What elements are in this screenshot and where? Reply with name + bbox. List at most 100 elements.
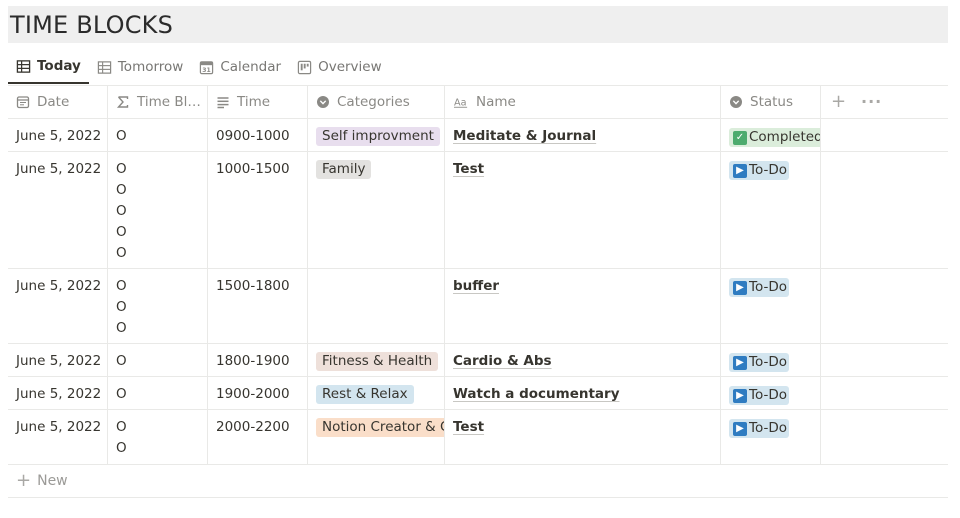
formula-sigma-icon [116,95,130,109]
column-header-date[interactable]: Date [8,85,108,118]
play-box-icon: ▶ [733,280,747,295]
time-blocks-cell: O O [108,410,208,464]
tab-today[interactable]: Today [8,50,89,84]
play-box-icon: ▶ [733,355,747,370]
table-icon [97,60,112,75]
category-tag: Family [316,160,372,179]
date-cell[interactable]: June 5, 2022 [8,269,108,343]
name-cell[interactable]: Cardio & Abs [445,344,721,376]
status-badge: ▶ To-Do [729,278,789,297]
tab-calendar[interactable]: 31 Calendar [191,50,289,84]
name-cell[interactable]: Test [445,152,721,268]
tab-label: Overview [318,59,382,75]
date-icon [16,95,30,109]
block-marker: O [116,353,127,369]
row-title[interactable]: buffer [453,278,499,294]
column-label: Name [476,93,516,110]
row-title[interactable]: Meditate & Journal [453,128,596,144]
categories-cell[interactable]: Fitness & Health [308,344,445,376]
time-cell[interactable]: 1900-2000 [208,377,308,409]
name-cell[interactable]: buffer [445,269,721,343]
tab-label: Tomorrow [117,59,184,75]
table-row[interactable]: June 5, 2022 O O O 1500-1800 buffer ▶ To-… [8,268,948,343]
column-header-time-blocks[interactable]: Time Bl… [108,85,208,118]
status-cell[interactable]: ▶ To-Do [721,269,821,343]
board-icon [297,60,312,75]
categories-cell[interactable]: Self improvment [308,119,445,151]
time-cell[interactable]: 0900-1000 [208,119,308,151]
select-icon [729,95,743,109]
status-label: Completed [749,129,821,145]
time-cell[interactable]: 1500-1800 [208,269,308,343]
row-title[interactable]: Cardio & Abs [453,353,552,369]
block-marker: O [116,245,127,261]
name-cell[interactable]: Meditate & Journal [445,119,721,151]
column-label: Time Bl… [137,93,201,110]
categories-cell[interactable] [308,269,445,343]
block-marker: O [116,203,127,219]
text-lines-icon [216,95,230,109]
status-cell[interactable]: ▶ To-Do [721,152,821,268]
play-box-icon: ▶ [733,388,747,403]
categories-cell[interactable]: Family [308,152,445,268]
name-cell[interactable]: Test [445,410,721,464]
status-cell[interactable]: ✓ Completed [721,119,821,151]
table-row[interactable]: June 5, 2022 O O O O O 1000-1500 Family … [8,151,948,268]
column-header-time[interactable]: Time [208,85,308,118]
status-badge: ✓ Completed [729,128,821,147]
category-tag: Notion Creator & Co [316,418,444,437]
time-blocks-cell: O [108,377,208,409]
status-label: To-Do [749,162,787,178]
date-cell[interactable]: June 5, 2022 [8,377,108,409]
date-cell[interactable]: June 5, 2022 [8,344,108,376]
status-cell[interactable]: ▶ To-Do [721,344,821,376]
more-dots-icon: ··· [861,92,883,111]
status-badge: ▶ To-Do [729,353,789,372]
row-title[interactable]: Test [453,419,484,435]
check-box-icon: ✓ [733,130,747,145]
status-cell[interactable]: ▶ To-Do [721,410,821,464]
date-cell[interactable]: June 5, 2022 [8,152,108,268]
new-row-button[interactable]: + New [8,464,948,498]
status-badge: ▶ To-Do [729,419,789,438]
select-icon [316,95,330,109]
tab-overview[interactable]: Overview [289,50,390,84]
column-label: Time [237,93,271,110]
table-row[interactable]: June 5, 2022 O O 2000-2200 Notion Creato… [8,409,948,464]
block-marker: O [116,320,127,336]
row-title[interactable]: Watch a documentary [453,386,620,402]
time-cell[interactable]: 1800-1900 [208,344,308,376]
more-options-button[interactable]: ··· [861,85,882,118]
column-header-categories[interactable]: Categories [308,85,445,118]
tab-tomorrow[interactable]: Tomorrow [89,50,192,84]
column-header-name[interactable]: Aa Name [445,85,721,118]
column-label: Categories [337,93,410,110]
block-marker: O [116,440,127,456]
categories-cell[interactable]: Notion Creator & Co [308,410,445,464]
block-marker: O [116,419,127,435]
play-box-icon: ▶ [733,421,747,436]
table-row[interactable]: June 5, 2022 O 1800-1900 Fitness & Healt… [8,343,948,376]
table-row[interactable]: June 5, 2022 O 0900-1000 Self improvment… [8,118,948,151]
categories-cell[interactable]: Rest & Relax [308,377,445,409]
block-marker: O [116,299,127,315]
time-cell[interactable]: 1000-1500 [208,152,308,268]
status-label: To-Do [749,420,787,436]
table-icon [16,59,31,74]
table-row[interactable]: June 5, 2022 O 1900-2000 Rest & Relax Wa… [8,376,948,409]
new-label: New [37,473,68,489]
plus-icon: + [831,91,847,112]
date-cell[interactable]: June 5, 2022 [8,119,108,151]
date-cell[interactable]: June 5, 2022 [8,410,108,464]
add-column-button[interactable]: + [831,85,846,118]
category-tag: Self improvment [316,127,440,146]
table-header: Date Time Bl… Time Categories Aa Name St… [8,85,948,118]
time-blocks-cell: O [108,119,208,151]
time-blocks-cell: O O O O O [108,152,208,268]
page-title[interactable]: TIME BLOCKS [10,11,173,39]
row-title[interactable]: Test [453,161,484,177]
status-cell[interactable]: ▶ To-Do [721,377,821,409]
column-header-status[interactable]: Status [721,85,821,118]
time-cell[interactable]: 2000-2200 [208,410,308,464]
name-cell[interactable]: Watch a documentary [445,377,721,409]
